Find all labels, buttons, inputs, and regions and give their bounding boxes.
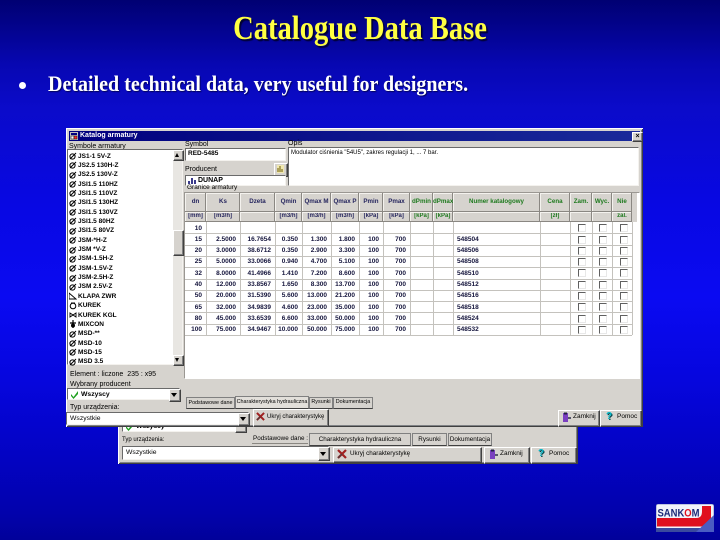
svg-text:SANKOM: SANKOM — [658, 508, 700, 520]
